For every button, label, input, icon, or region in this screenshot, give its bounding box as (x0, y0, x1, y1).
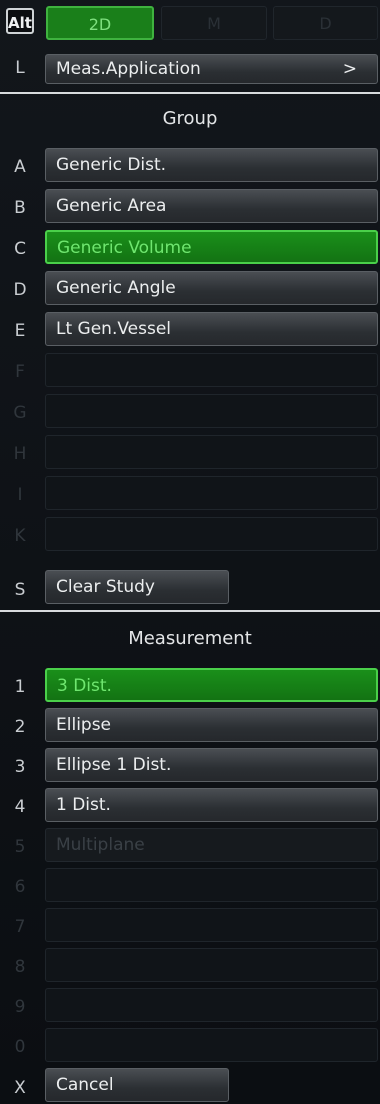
tab-m[interactable]: M (161, 6, 267, 40)
group-item-button (45, 476, 378, 510)
group-item-button[interactable]: Generic Dist. (45, 148, 378, 182)
clear-study-button[interactable]: Clear Study (45, 570, 229, 604)
meas-application-button[interactable]: Meas.Application > (45, 54, 378, 84)
measurement-item-button: Multiplane (45, 828, 378, 862)
clear-key-letter: S (14, 580, 26, 600)
measurement-title: Measurement (128, 628, 252, 649)
divider (0, 610, 380, 612)
group-item-key-letter: D (13, 280, 27, 300)
measurement-item-button[interactable]: Ellipse (45, 708, 378, 742)
measurement-panel: Alt 2D M D L Meas.Application > Group AG… (0, 0, 380, 1104)
group-item-key-letter: H (13, 444, 27, 464)
cancel-key-letter: X (14, 1078, 26, 1098)
measurement-item-button (45, 908, 378, 942)
group-item-button[interactable]: Generic Angle (45, 271, 378, 305)
group-item-button[interactable]: Lt Gen.Vessel (45, 312, 378, 346)
cancel-button[interactable]: Cancel (45, 1068, 229, 1102)
group-item-key-letter: G (13, 403, 27, 423)
group-item-button[interactable]: Generic Area (45, 189, 378, 223)
measurement-item-key-letter: 7 (14, 917, 26, 937)
group-item-key-letter: E (14, 321, 26, 341)
group-item-button[interactable]: Generic Volume (45, 230, 378, 264)
measurement-item-key-letter: 9 (14, 997, 26, 1017)
app-key-letter: L (15, 58, 25, 78)
measurement-item-button[interactable]: Ellipse 1 Dist. (45, 748, 378, 782)
measurement-item-button[interactable]: 1 Dist. (45, 788, 378, 822)
measurement-item-button (45, 988, 378, 1022)
group-item-button (45, 394, 378, 428)
measurement-item-key-letter: 8 (14, 957, 26, 977)
measurement-item-key-letter: 0 (14, 1037, 26, 1057)
chevron-right-icon: > (342, 59, 357, 79)
group-item-key-letter: A (14, 157, 26, 177)
group-item-key-letter: F (15, 362, 25, 382)
measurement-item-key-letter: 5 (14, 837, 26, 857)
tab-d[interactable]: D (273, 6, 378, 40)
mode-bar: Alt 2D M D (0, 0, 380, 46)
tab-2d[interactable]: 2D (46, 6, 154, 40)
group-item-button (45, 435, 378, 469)
group-item-key-letter: C (14, 239, 26, 259)
measurement-item-button (45, 948, 378, 982)
group-item-key-letter: K (14, 526, 26, 546)
divider (0, 92, 380, 94)
group-title: Group (162, 108, 218, 129)
measurement-item-key-letter: 2 (14, 717, 26, 737)
meas-application-label: Meas.Application (56, 59, 201, 79)
group-item-button (45, 517, 378, 551)
group-item-key-letter: B (14, 198, 26, 218)
group-item-button (45, 353, 378, 387)
group-item-key-letter: I (17, 485, 23, 505)
measurement-item-key-letter: 4 (14, 797, 26, 817)
measurement-item-button[interactable]: 3 Dist. (45, 668, 378, 702)
measurement-item-button (45, 868, 378, 902)
measurement-item-key-letter: 3 (14, 757, 26, 777)
measurement-item-key-letter: 6 (14, 877, 26, 897)
alt-key-indicator[interactable]: Alt (6, 8, 34, 34)
measurement-item-key-letter: 1 (14, 677, 26, 697)
measurement-item-button (45, 1028, 378, 1062)
